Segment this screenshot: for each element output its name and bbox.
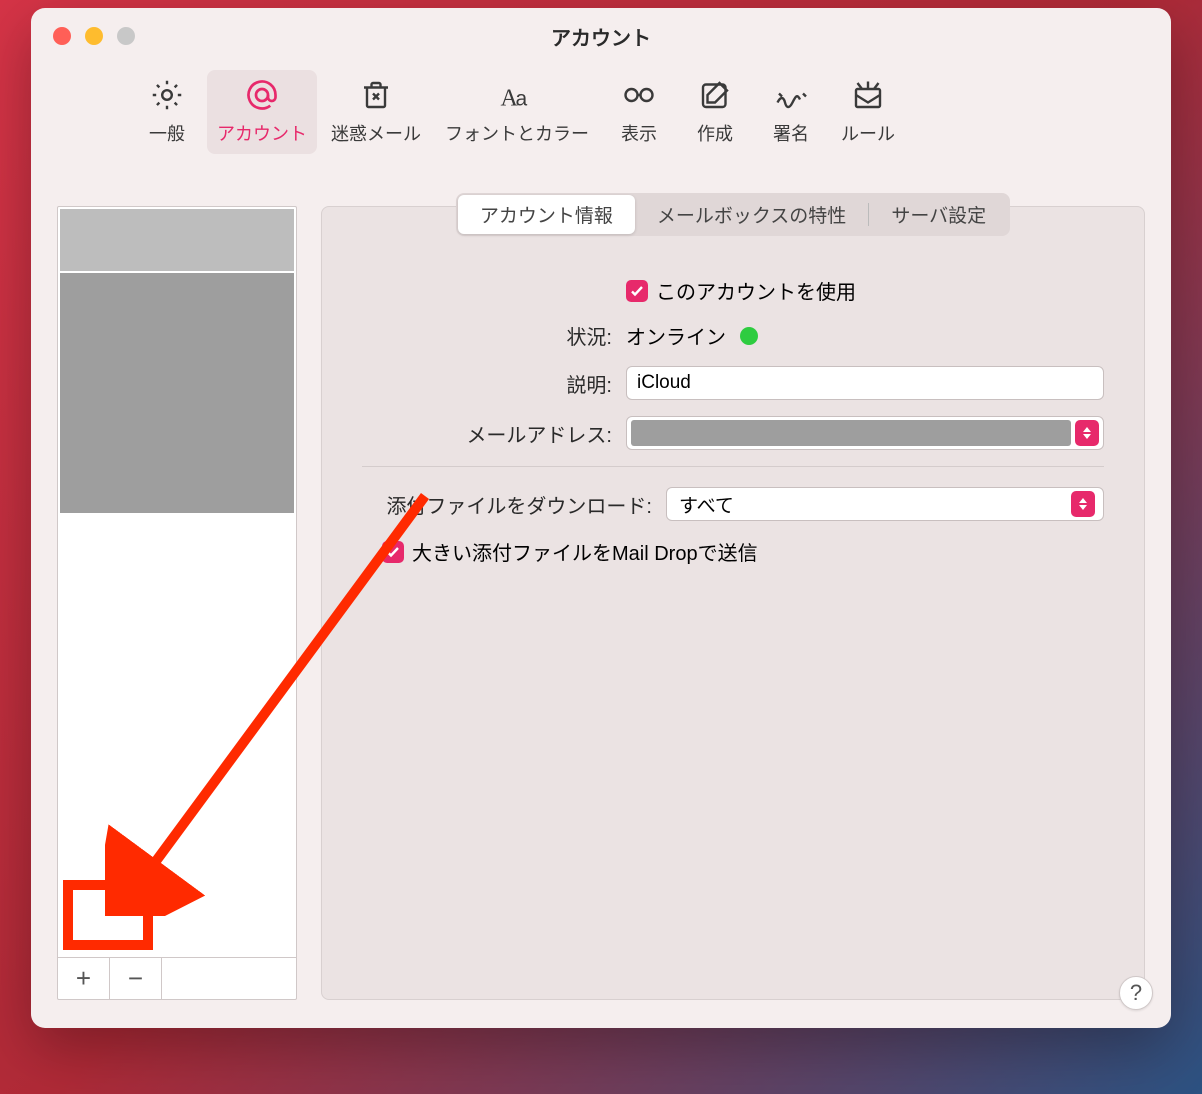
question-mark-icon: ? [1130, 980, 1142, 1006]
content-area: + − アカウント情報 メールボックスの特性 サーバ設定 [31, 166, 1171, 1026]
glasses-icon [620, 76, 658, 114]
tab-mailbox-behaviors[interactable]: メールボックスの特性 [635, 195, 868, 234]
toolbar-item-signature[interactable]: 署名 [755, 70, 827, 154]
sidebar-buttons: + − [58, 957, 296, 999]
checkmark-icon [626, 280, 648, 302]
help-button[interactable]: ? [1119, 976, 1153, 1010]
maildrop-label: 大きい添付ファイルをMail Dropで送信 [412, 537, 758, 566]
add-account-button[interactable]: + [58, 958, 110, 999]
titlebar: アカウント [31, 8, 1171, 64]
account-list-item-selected[interactable] [60, 209, 294, 271]
toolbar-label: 表示 [621, 120, 657, 146]
status-online-indicator-icon [740, 327, 758, 345]
enable-account-checkbox[interactable]: このアカウントを使用 [626, 276, 856, 305]
sidebar-spacer [58, 515, 296, 957]
stepper-icon [1071, 491, 1095, 517]
status-label: 状況: [362, 321, 612, 350]
sidebar-button-spacer [162, 958, 296, 999]
enable-account-label: このアカウントを使用 [656, 276, 856, 305]
checkmark-icon [382, 541, 404, 563]
maildrop-checkbox[interactable]: 大きい添付ファイルをMail Dropで送信 [382, 537, 758, 566]
email-address-value [631, 420, 1071, 446]
toolbar-item-general[interactable]: 一般 [131, 70, 203, 154]
toolbar-label: 作成 [697, 120, 733, 146]
account-list-item[interactable] [60, 273, 294, 513]
rules-icon [849, 76, 887, 114]
preferences-toolbar: 一般 アカウント 迷惑メール Aa フォントとカラー 表示 [31, 64, 1171, 166]
download-attachments-select[interactable]: すべて [666, 487, 1104, 521]
toolbar-label: フォントとカラー [445, 120, 589, 146]
form-divider [362, 466, 1104, 467]
stepper-icon [1075, 420, 1099, 446]
signature-icon [772, 76, 810, 114]
email-address-combo[interactable] [626, 416, 1104, 450]
trash-x-icon [357, 76, 395, 114]
tab-server-settings[interactable]: サーバ設定 [869, 195, 1008, 234]
font-icon: Aa [498, 76, 536, 114]
preferences-window: アカウント 一般 アカウント 迷惑メール Aa フォントとカラー [31, 8, 1171, 1028]
toolbar-label: アカウント [217, 120, 307, 146]
remove-account-button[interactable]: − [110, 958, 162, 999]
minus-icon: − [128, 963, 143, 994]
toolbar-label: ルール [841, 120, 895, 146]
status-value-row: オンライン [626, 321, 758, 350]
gear-icon [148, 76, 186, 114]
window-title: アカウント [31, 22, 1171, 51]
email-label: メールアドレス: [362, 419, 612, 448]
tab-account-info[interactable]: アカウント情報 [458, 195, 635, 234]
svg-text:a: a [516, 88, 528, 111]
toolbar-label: 署名 [773, 120, 809, 146]
account-detail-panel: アカウント情報 メールボックスの特性 サーバ設定 このアカウントを使用 [321, 206, 1145, 1000]
compose-icon [696, 76, 734, 114]
account-info-form: このアカウントを使用 状況: オンライン 説明: メールアドレス: [322, 256, 1144, 602]
toolbar-label: 迷惑メール [331, 120, 421, 146]
account-tabs: アカウント情報 メールボックスの特性 サーバ設定 [456, 193, 1010, 236]
at-sign-icon [243, 76, 281, 114]
plus-icon: + [76, 963, 91, 994]
download-attachments-label: 添付ファイルをダウンロード: [362, 490, 652, 519]
description-input[interactable] [626, 366, 1104, 400]
accounts-sidebar: + − [57, 206, 297, 1000]
description-label: 説明: [362, 369, 612, 398]
toolbar-item-viewing[interactable]: 表示 [603, 70, 675, 154]
toolbar-label: 一般 [149, 120, 185, 146]
toolbar-item-rules[interactable]: ルール [831, 70, 905, 154]
download-attachments-value: すべて [679, 491, 734, 518]
toolbar-item-junk[interactable]: 迷惑メール [321, 70, 431, 154]
toolbar-item-compose[interactable]: 作成 [679, 70, 751, 154]
toolbar-item-accounts[interactable]: アカウント [207, 70, 317, 154]
status-value: オンライン [626, 321, 726, 350]
toolbar-item-fonts[interactable]: Aa フォントとカラー [435, 70, 599, 154]
